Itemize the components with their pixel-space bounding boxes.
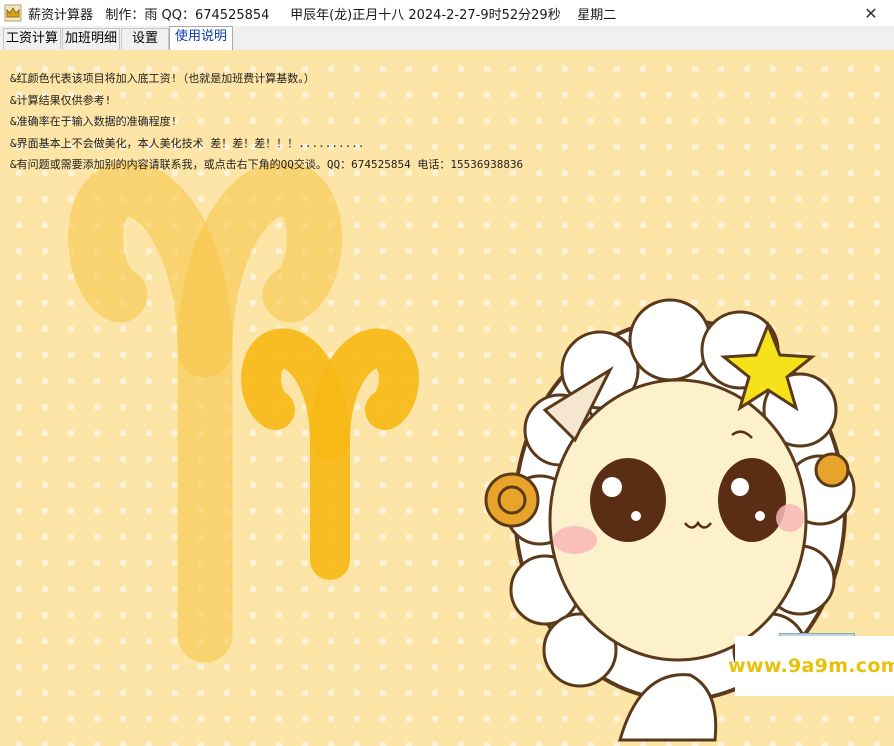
- crown-app-icon: [4, 4, 22, 22]
- instruction-line: &计算结果仅供参考!: [10, 93, 112, 107]
- aries-symbol-icon: [68, 161, 419, 663]
- tab-settings[interactable]: 设置: [121, 28, 169, 49]
- close-icon: ✕: [864, 3, 878, 23]
- tab-bar: 工资计算 加班明细 设置 使用说明: [0, 26, 894, 51]
- tab-overtime-details[interactable]: 加班明细: [62, 28, 120, 49]
- close-button[interactable]: ✕: [848, 0, 894, 26]
- tab-instructions[interactable]: 使用说明: [169, 26, 233, 50]
- window-title: 薪资计算器 制作：雨 QQ：674525854 甲辰年(龙)正月十八 2024-…: [28, 7, 617, 23]
- instructions-list: &红颜色代表该项目将加入底工资!（也就是加班费计算基数。） &计算结果仅供参考!…: [10, 68, 523, 176]
- instruction-line: &红颜色代表该项目将加入底工资!（也就是加班费计算基数。）: [10, 72, 315, 85]
- instruction-line: &界面基本上不会做美化，本人美化技术 差！差！差！！！..........: [10, 136, 365, 150]
- instruction-line: &准确率在于输入数据的准确程度!: [10, 115, 178, 128]
- instruction-line: &有问题或需要添加别的内容请联系我，或点击右下角的QQ交谈。QQ：6745258…: [10, 158, 524, 171]
- site-watermark: www.9a9m.com: [728, 636, 894, 696]
- title-bar: 薪资计算器 制作：雨 QQ：674525854 甲辰年(龙)正月十八 2024-…: [0, 0, 894, 26]
- tab-salary-calc[interactable]: 工资计算: [3, 28, 61, 49]
